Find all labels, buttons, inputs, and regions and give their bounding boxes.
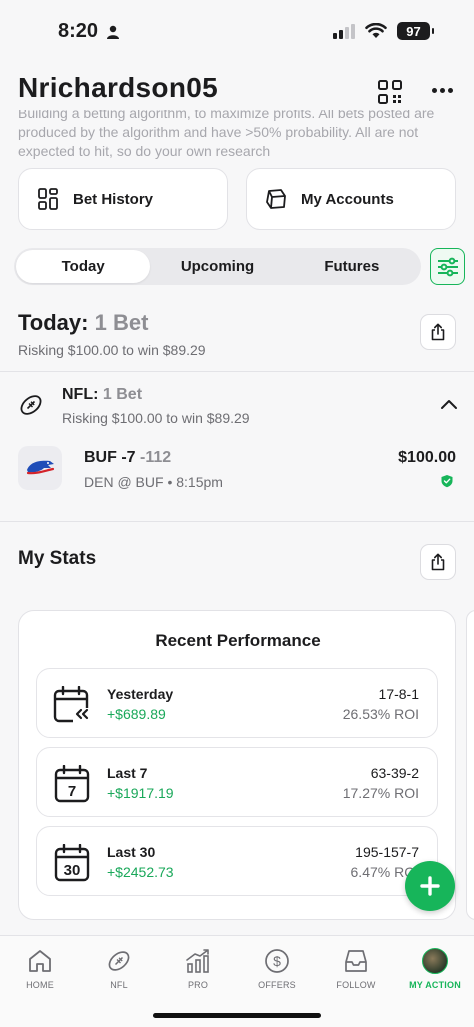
share-stats-button[interactable] <box>420 544 456 580</box>
performance-record: 195-157-7 <box>355 844 419 860</box>
share-today-button[interactable] <box>420 314 456 350</box>
wifi-icon <box>365 23 387 38</box>
bet-odds: -112 <box>140 449 172 466</box>
nav-pro[interactable]: PRO <box>158 948 238 990</box>
today-bet-count: 1 Bet <box>94 310 149 335</box>
tab-upcoming[interactable]: Upcoming <box>150 250 284 283</box>
today-risk-summary: Risking $100.00 to win $89.29 <box>18 342 206 358</box>
nav-nfl[interactable]: NFL <box>79 948 159 990</box>
nav-my-action-label: MY ACTION <box>409 980 461 990</box>
profile-bio: Building a betting algorithm, to maximiz… <box>18 110 448 160</box>
tab-today[interactable]: Today <box>16 250 151 283</box>
filter-button[interactable] <box>430 248 465 285</box>
bet-line: BUF -7 <box>84 449 136 466</box>
profile-username: Nrichardson05 <box>18 72 218 103</box>
battery-indicator: 97 <box>397 22 434 40</box>
person-icon <box>107 25 119 39</box>
bets-segmented-control: Today Upcoming Futures <box>14 248 421 285</box>
today-label: Today: <box>18 310 89 335</box>
add-bet-button[interactable] <box>405 861 455 911</box>
calendar-day-number: 7 <box>68 783 76 800</box>
dollar-coin-icon: $ <box>265 949 289 973</box>
signal-icon <box>333 23 355 39</box>
divider <box>0 521 474 522</box>
performance-roi: 26.53% ROI <box>342 706 419 722</box>
bet-pick[interactable]: BUF -7 -112 <box>84 449 171 467</box>
performance-profit: +$2452.73 <box>107 864 174 880</box>
recent-performance-title: Recent Performance <box>155 631 321 650</box>
performance-label: Last 7 <box>107 765 148 781</box>
tab-futures[interactable]: Futures <box>285 250 419 283</box>
performance-profit: +$1917.19 <box>107 785 174 801</box>
league-heading: NFL: 1 Bet <box>62 386 142 404</box>
recent-performance-card[interactable]: Recent Performance Yesterday +$689.89 17… <box>18 610 456 920</box>
calendar-7-icon: 7 <box>54 765 90 803</box>
bet-history-button[interactable]: Bet History <box>18 168 228 230</box>
performance-label: Yesterday <box>107 686 174 702</box>
share-icon <box>431 323 445 341</box>
sliders-icon <box>437 257 458 276</box>
performance-row-last-7[interactable]: 7 Last 7 +$1917.19 63-39-2 17.27% ROI <box>36 747 438 817</box>
calendar-day-number: 30 <box>64 862 81 879</box>
bio-line: Building a betting algorithm, to maximiz… <box>18 110 435 121</box>
qr-code-icon[interactable] <box>378 80 402 104</box>
status-indicators: 97 <box>333 22 434 40</box>
bio-line: expected to hit, so do your own research <box>18 143 271 159</box>
bet-game-info: DEN @ BUF • 8:15pm <box>84 474 223 490</box>
svg-text:$: $ <box>273 953 281 969</box>
my-accounts-label: My Accounts <box>301 190 394 208</box>
home-icon <box>29 950 51 972</box>
pro-chart-icon <box>186 949 209 973</box>
next-stats-card[interactable] <box>466 610 474 920</box>
home-indicator <box>153 1013 321 1018</box>
league-name: NFL: <box>62 386 99 403</box>
divider <box>0 371 474 372</box>
share-icon <box>431 553 445 571</box>
nav-home-label: HOME <box>26 980 54 990</box>
nav-offers-label: OFFERS <box>258 980 296 990</box>
performance-record: 17-8-1 <box>378 686 419 702</box>
today-heading: Today: 1 Bet <box>18 310 148 336</box>
football-icon <box>108 951 130 971</box>
performance-row-yesterday[interactable]: Yesterday +$689.89 17-8-1 26.53% ROI <box>36 668 438 738</box>
bills-logo-icon <box>26 460 55 475</box>
stats-heading: My Stats <box>18 548 97 569</box>
nav-follow-label: FOLLOW <box>336 980 376 990</box>
status-time: 8:20 <box>58 20 99 42</box>
inbox-icon <box>345 950 367 972</box>
calendar-30-icon: 30 <box>54 844 90 882</box>
bio-line: produced by the algorithm and have >50% … <box>18 124 419 140</box>
bet-amount: $100.00 <box>398 449 456 466</box>
performance-row-last-30[interactable]: 30 Last 30 +$2452.73 195-157-7 6.47% ROI <box>36 826 438 896</box>
league-risk-summary: Risking $100.00 to win $89.29 <box>62 410 250 426</box>
more-options-icon[interactable] <box>432 88 453 93</box>
verified-shield-icon <box>441 475 453 488</box>
bet-history-icon <box>38 188 58 210</box>
avatar <box>422 948 448 974</box>
performance-roi: 17.27% ROI <box>342 785 419 801</box>
football-icon <box>20 395 42 415</box>
accounts-box-icon <box>266 189 286 209</box>
nav-follow[interactable]: FOLLOW <box>316 948 396 990</box>
performance-record: 63-39-2 <box>370 765 419 781</box>
chevron-up-icon[interactable] <box>440 398 458 410</box>
calendar-back-icon <box>53 686 91 724</box>
nav-offers[interactable]: $ OFFERS <box>237 948 317 990</box>
performance-profit: +$689.89 <box>107 706 166 722</box>
nav-nfl-label: NFL <box>110 980 128 990</box>
nav-pro-label: PRO <box>187 980 209 990</box>
league-bet-count: 1 Bet <box>102 386 143 403</box>
status-bar: 8:20 97 <box>0 0 474 60</box>
bills-team-logo <box>18 446 62 490</box>
performance-label: Last 30 <box>107 844 156 860</box>
my-accounts-button[interactable]: My Accounts <box>246 168 456 230</box>
nav-my-action[interactable]: MY ACTION <box>395 948 474 990</box>
bet-history-label: Bet History <box>73 190 154 208</box>
nav-home[interactable]: HOME <box>0 948 80 990</box>
plus-icon <box>420 876 440 896</box>
